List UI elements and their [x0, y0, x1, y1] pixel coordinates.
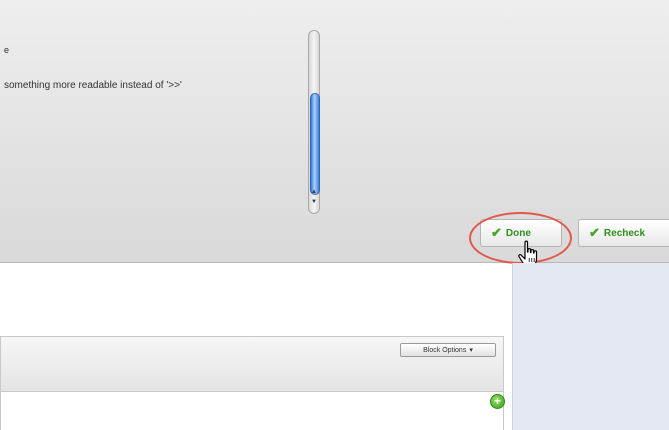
scroll-up-arrow-icon[interactable]: ▲: [311, 187, 317, 197]
content-block-body: [0, 392, 504, 430]
done-button-label: Done: [505, 227, 531, 239]
vertical-scrollbar[interactable]: ▲ ▼: [308, 30, 320, 214]
page: e something more readable instead of '>>…: [0, 0, 669, 430]
block-options-label: Block Options: [423, 346, 467, 354]
chevron-down-icon: ▾: [469, 347, 473, 354]
text-line: something more readable instead of '>>': [4, 80, 182, 91]
text-line-fragment: e: [4, 45, 10, 55]
checkmark-icon: ✔: [589, 225, 600, 240]
side-panel: [512, 263, 669, 430]
checkmark-icon: ✔: [491, 225, 502, 240]
top-panel: e something more readable instead of '>>…: [0, 0, 669, 263]
recheck-button-label: Recheck: [603, 227, 646, 239]
block-options-dropdown[interactable]: Block Options ▾: [400, 343, 496, 357]
add-icon[interactable]: +: [490, 394, 505, 409]
scroll-down-arrow-icon[interactable]: ▼: [311, 197, 317, 207]
recheck-button[interactable]: ✔ Recheck: [578, 219, 669, 247]
scrollbar-thumb[interactable]: [310, 93, 320, 195]
